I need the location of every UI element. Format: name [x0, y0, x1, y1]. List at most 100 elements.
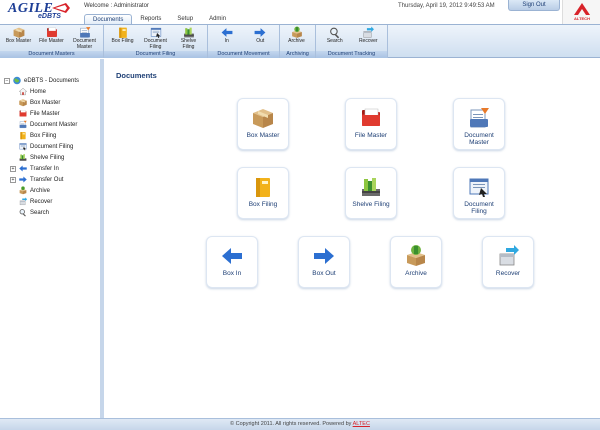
ribbon-document-master-button[interactable]: Document Master — [68, 26, 101, 51]
ribbon-button-label: In — [224, 38, 229, 44]
ribbon-box-master-button[interactable]: Box Master — [2, 26, 35, 51]
ribbon-out-button[interactable]: Out — [244, 26, 278, 51]
menu-tab-admin[interactable]: Admin — [201, 14, 234, 24]
corp-logo-text: ALTECH — [574, 16, 590, 21]
tile-label: Document Master — [464, 132, 494, 146]
recover-icon — [495, 244, 521, 268]
tree-item-label: Document Filing — [30, 143, 74, 150]
tree-item-search[interactable]: Search — [4, 207, 79, 218]
tile-label: Box Out — [312, 270, 336, 277]
arrow-right-icon — [311, 244, 337, 268]
ribbon-recover-button[interactable]: Recover — [352, 26, 386, 51]
recover-icon — [18, 197, 28, 206]
tile-archive[interactable]: Archive — [390, 236, 442, 288]
ribbon-group-archiving: Archive Archiving — [280, 25, 316, 58]
ribbon-group-title: Archiving — [280, 51, 315, 58]
tree-item-label: Document Master — [30, 121, 78, 128]
tree-item-shelve-filing[interactable]: Shelve Filing — [4, 152, 79, 163]
tile-label: Archive — [405, 270, 427, 277]
tree-item-label: Search — [30, 209, 50, 216]
tree-root-label: eDBTS - Documents — [24, 77, 80, 84]
datetime-display: Thursday, April 19, 2012 9:49:53 AM — [398, 3, 495, 9]
box-filing-icon — [250, 175, 276, 199]
ribbon-file-master-button[interactable]: File Master — [35, 26, 68, 51]
tree-item-recover[interactable]: Recover — [4, 196, 79, 207]
tile-shelve-filing[interactable]: Shelve Filing — [345, 167, 397, 219]
box-icon — [250, 106, 276, 130]
arrow-left-icon — [219, 244, 245, 268]
ribbon-button-label: Recover — [358, 38, 378, 44]
ribbon-document-filing-button[interactable]: Document Filing — [139, 26, 172, 51]
document-filing-icon — [18, 142, 28, 151]
tile-label: Document Filing — [464, 201, 494, 215]
tile-file-master[interactable]: File Master — [345, 98, 397, 150]
ribbon-button-label: File Master — [39, 38, 64, 44]
document-master-icon — [466, 106, 492, 130]
ribbon-shelve-filing-button[interactable]: Shelve Filing — [172, 26, 205, 51]
ribbon-button-label: Archive — [288, 38, 305, 44]
expand-icon[interactable]: + — [10, 176, 16, 183]
tree-item-label: Transfer In — [30, 165, 59, 172]
home-icon — [18, 87, 28, 96]
tile-box-filing[interactable]: Box Filing — [237, 167, 289, 219]
tree-item-box-filing[interactable]: Box Filing — [4, 130, 79, 141]
document-filing-icon — [466, 175, 492, 199]
menu-tab-reports[interactable]: Reports — [132, 14, 169, 24]
tree-item-home[interactable]: Home — [4, 86, 79, 97]
tile-document-filing[interactable]: Document Filing — [453, 167, 505, 219]
tree-item-document-filing[interactable]: Document Filing — [4, 141, 79, 152]
archive-icon — [403, 244, 429, 268]
tile-box-out[interactable]: Box Out — [298, 236, 350, 288]
logo-sub: eDBTS — [38, 13, 61, 20]
corp-logo-triangle-inner — [578, 9, 586, 15]
tree-item-document-master[interactable]: Document Master — [4, 119, 79, 130]
user-name: Administrator — [113, 3, 149, 9]
main-content: Documents Box Master File Master Documen… — [108, 59, 600, 418]
tile-box-master[interactable]: Box Master — [237, 98, 289, 150]
ribbon-group-document-movement: In Out Document Movement — [208, 25, 280, 58]
shelve-filing-icon — [358, 175, 384, 199]
tree-root[interactable]: − eDBTS - Documents — [4, 75, 79, 86]
ribbon-search-button[interactable]: Search — [318, 26, 352, 51]
tree-item-archive[interactable]: Archive — [4, 185, 79, 196]
welcome-text: Welcome : Administrator — [84, 3, 149, 9]
menu-tab-documents[interactable]: Documents — [84, 14, 133, 24]
ribbon-button-label: Box Filing — [111, 38, 134, 44]
tree-item-box-master[interactable]: Box Master — [4, 97, 79, 108]
tile-box-in[interactable]: Box In — [206, 236, 258, 288]
tree-item-label: Shelve Filing — [30, 154, 65, 161]
welcome-label: Welcome : — [84, 3, 113, 9]
corp-logo: ALTECH — [562, 0, 600, 24]
ribbon-archive-button[interactable]: Archive — [280, 26, 313, 51]
tree-item-file-master[interactable]: File Master — [4, 108, 79, 119]
footer-link[interactable]: ALTEC — [353, 421, 370, 427]
ribbon-box-filing-button[interactable]: Box Filing — [106, 26, 139, 51]
tile-document-master[interactable]: Document Master — [453, 98, 505, 150]
tree-item-label: Box Master — [30, 99, 61, 106]
ribbon-group-document-filing: Box Filing Document Filing Shelve Filing… — [104, 25, 208, 58]
expand-icon[interactable]: + — [10, 165, 16, 172]
sign-out-button[interactable]: Sign Out — [508, 0, 560, 11]
tile-label: Shelve Filing — [352, 201, 390, 208]
ribbon-group-document-masters: Box Master File Master Document Master D… — [0, 25, 104, 58]
tree-item-label: File Master — [30, 110, 60, 117]
footer-bar: © Copyright 2011. All rights reserved. P… — [0, 418, 600, 430]
ribbon-in-button[interactable]: In — [210, 26, 244, 51]
tile-recover[interactable]: Recover — [482, 236, 534, 288]
archive-icon — [18, 186, 28, 195]
ribbon-button-label: Out — [256, 38, 265, 44]
file-folder-icon — [358, 106, 384, 130]
header-bar: AGILE eDBTS Welcome : Administrator Docu… — [0, 0, 600, 24]
collapse-icon[interactable]: − — [4, 77, 10, 84]
box-icon — [18, 98, 28, 107]
tree-item-label: Home — [30, 88, 47, 95]
tree-item-label: Recover — [30, 198, 53, 205]
menu-tab-setup[interactable]: Setup — [169, 14, 201, 24]
ribbon-group-title: Document Masters — [0, 51, 103, 58]
app-window: AGILE eDBTS Welcome : Administrator Docu… — [0, 0, 600, 430]
tree-item-transfer-in[interactable]: + Transfer In — [4, 163, 79, 174]
tree-item-transfer-out[interactable]: + Transfer Out — [4, 174, 79, 185]
arrow-left-icon — [18, 164, 28, 173]
page-title: Documents — [116, 71, 157, 80]
tile-label: Box Filing — [248, 201, 278, 208]
